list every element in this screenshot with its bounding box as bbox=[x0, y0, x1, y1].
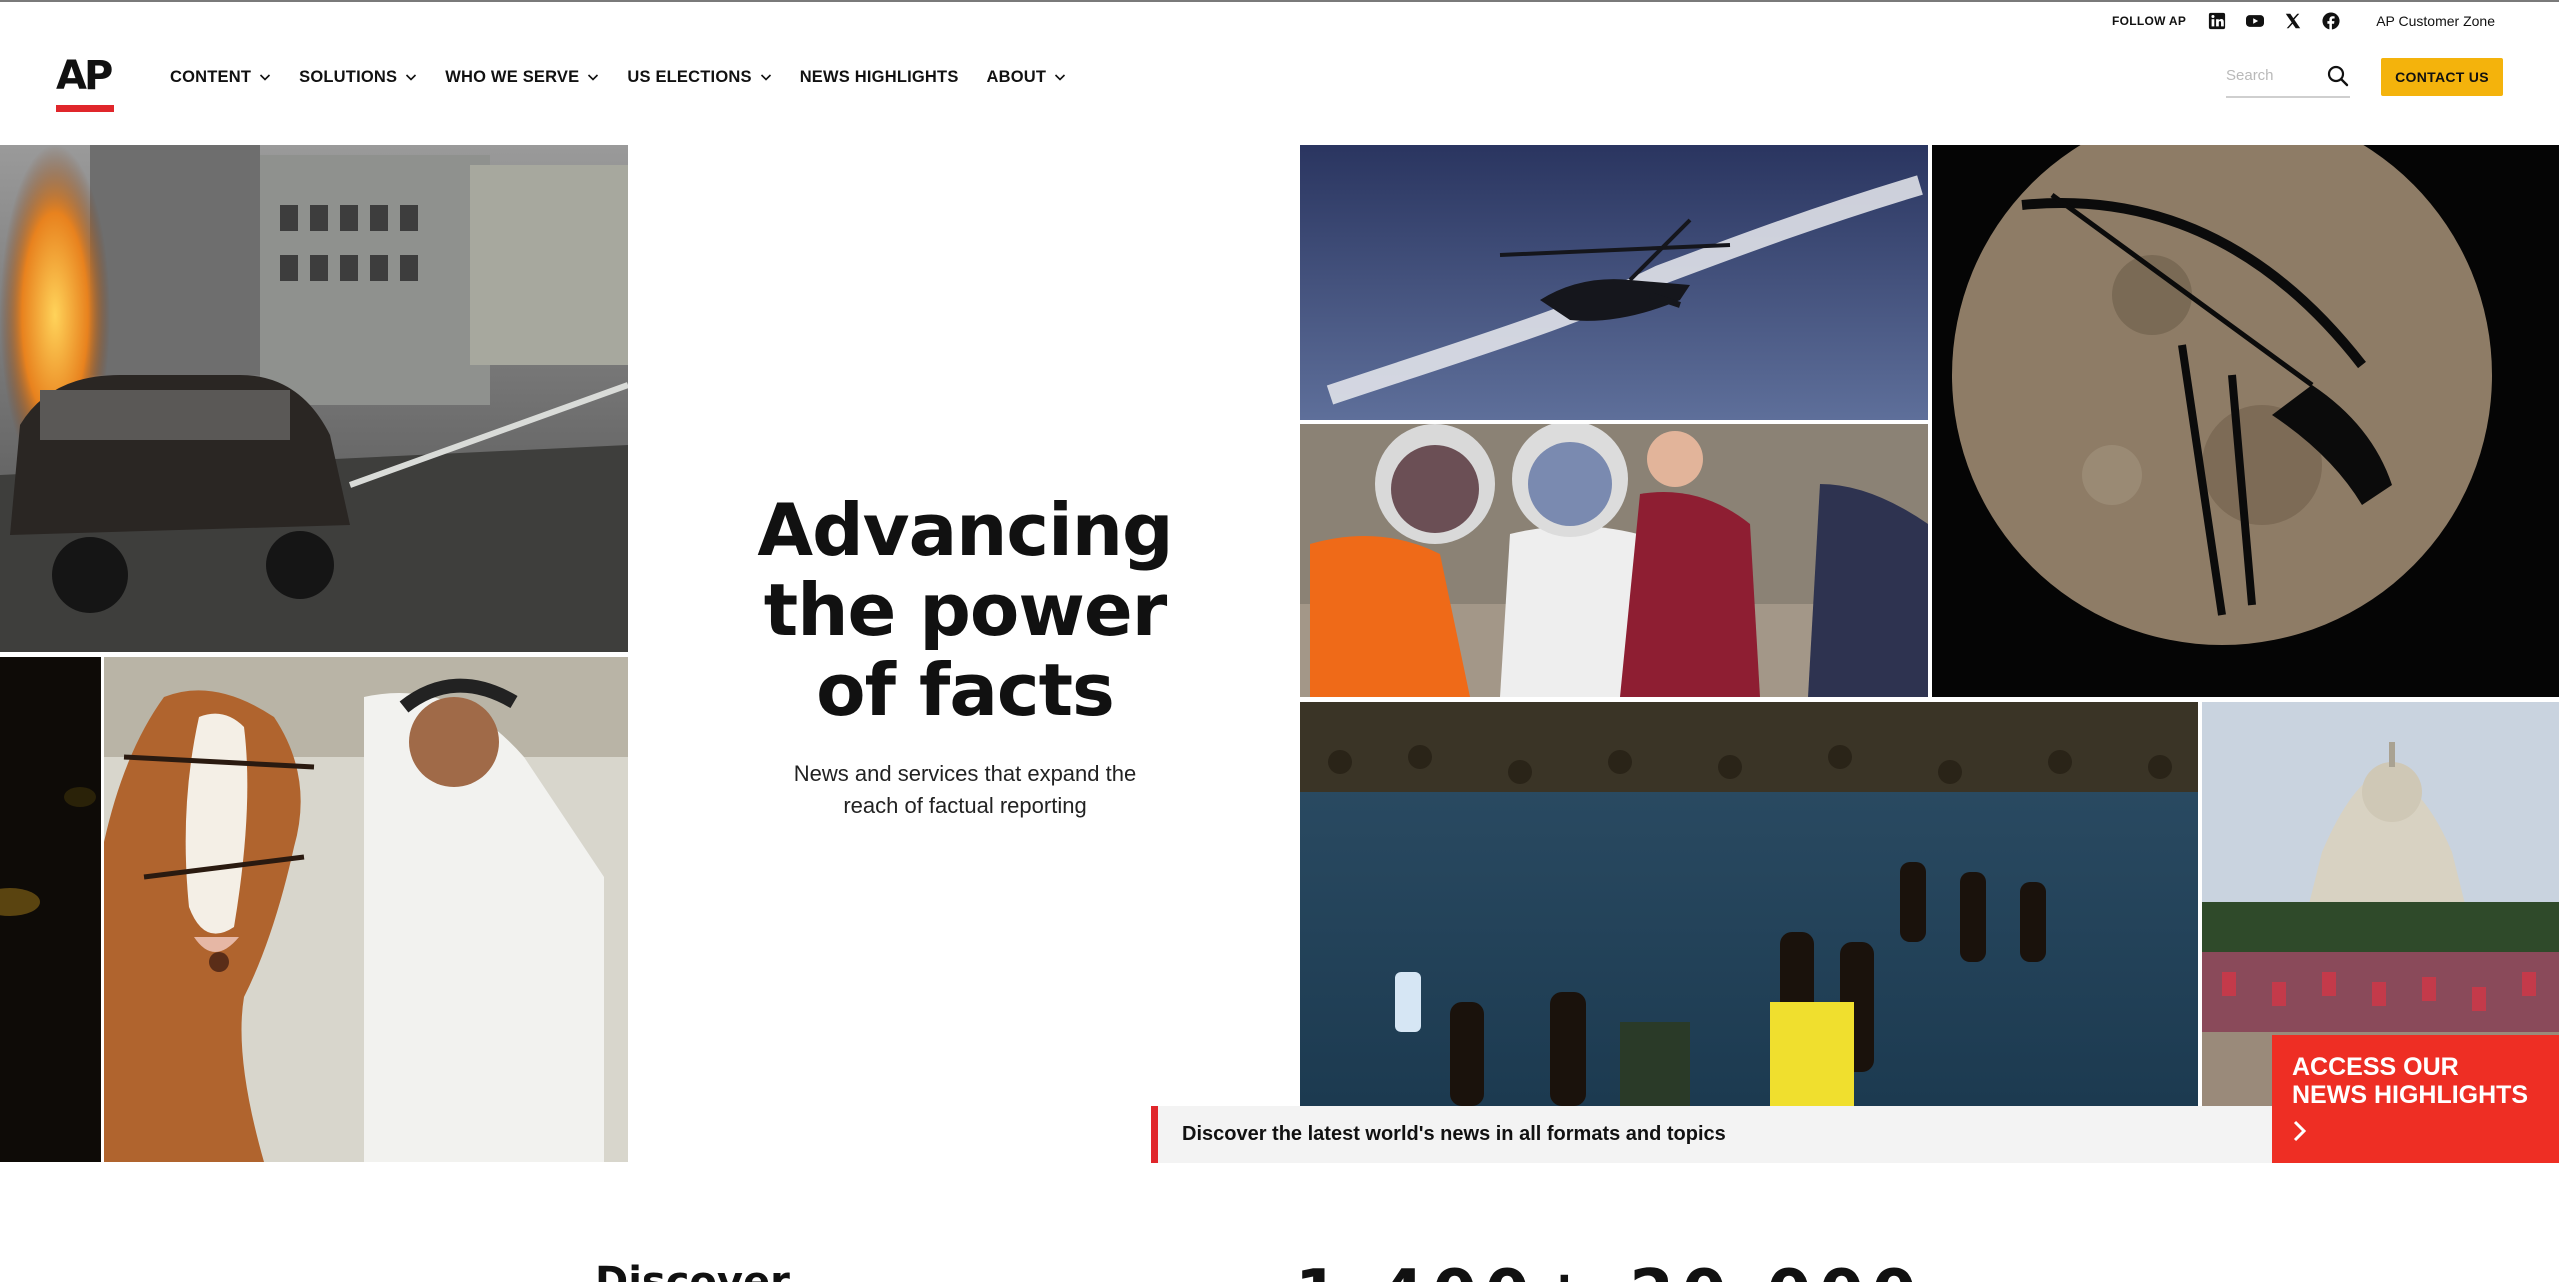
photo-burning-car[interactable] bbox=[0, 145, 628, 652]
logo-red-bar bbox=[56, 105, 114, 112]
hero-subtitle-line2: reach of factual reporting bbox=[843, 793, 1087, 818]
chevron-down-icon bbox=[1055, 74, 1066, 81]
social-links bbox=[2208, 12, 2340, 30]
search-box bbox=[2226, 60, 2350, 98]
chevron-down-icon bbox=[588, 74, 599, 81]
stats-heading: 1,400+ 20,000 bbox=[1295, 1262, 1935, 1282]
linkedin-icon[interactable] bbox=[2208, 12, 2226, 30]
top-border bbox=[0, 0, 2559, 2]
main-nav: CONTENT SOLUTIONS WHO WE SERVE US ELECTI… bbox=[170, 64, 1066, 90]
hero-title-line3: of facts bbox=[816, 648, 1115, 732]
photo-river-crossing[interactable] bbox=[1300, 702, 2198, 1106]
nav-content[interactable]: CONTENT bbox=[170, 68, 271, 87]
photo-night-scene[interactable] bbox=[0, 657, 101, 1162]
discover-news-text: Discover the latest world's news in all … bbox=[1182, 1123, 1726, 1145]
nav-us-elections[interactable]: US ELECTIONS bbox=[627, 68, 771, 87]
chevron-right-icon bbox=[2293, 1120, 2307, 1142]
nav-content-label: CONTENT bbox=[170, 67, 252, 86]
nav-who-we-serve[interactable]: WHO WE SERVE bbox=[445, 68, 599, 87]
hero-subtitle: News and services that expand the reach … bbox=[760, 758, 1170, 822]
logo-text: AP bbox=[56, 53, 113, 99]
utility-bar: FOLLOW AP AP Customer Zone bbox=[2112, 8, 2495, 34]
hero-title: Advancing the power of facts bbox=[690, 490, 1240, 730]
customer-zone-link[interactable]: AP Customer Zone bbox=[2376, 13, 2495, 29]
contact-us-button[interactable]: CONTACT US bbox=[2381, 58, 2503, 96]
nav-about[interactable]: ABOUT bbox=[987, 68, 1067, 87]
nav-news-highlights-label: NEWS HIGHLIGHTS bbox=[799, 67, 959, 86]
search-icon[interactable] bbox=[2326, 64, 2350, 88]
nav-who-we-serve-label: WHO WE SERVE bbox=[445, 67, 580, 86]
nav-about-label: ABOUT bbox=[986, 67, 1047, 86]
chevron-down-icon bbox=[760, 74, 771, 81]
access-news-highlights-label: ACCESS OUR NEWS HIGHLIGHTS bbox=[2292, 1053, 2529, 1109]
nav-us-elections-label: US ELECTIONS bbox=[627, 67, 752, 86]
search-input[interactable] bbox=[2226, 60, 2316, 90]
access-news-highlights-button[interactable]: ACCESS OUR NEWS HIGHLIGHTS bbox=[2272, 1035, 2559, 1163]
hero-title-line1: Advancing bbox=[757, 488, 1173, 572]
ap-logo[interactable]: AP bbox=[56, 52, 114, 112]
chevron-down-icon bbox=[260, 74, 271, 81]
stats-heading-clip: 1,400+ 20,000 bbox=[1295, 1262, 1935, 1282]
photo-kids-space-helmets[interactable] bbox=[1300, 424, 1928, 697]
follow-ap-label: FOLLOW AP bbox=[2111, 14, 2187, 28]
chevron-down-icon bbox=[406, 74, 417, 81]
nav-solutions[interactable]: SOLUTIONS bbox=[299, 68, 417, 87]
youtube-icon[interactable] bbox=[2246, 12, 2265, 30]
x-icon[interactable] bbox=[2284, 12, 2302, 30]
hero-title-line2: the power bbox=[763, 568, 1167, 652]
section-heading-solutions: Discover solutions bbox=[595, 1262, 995, 1282]
photo-horse-rider[interactable] bbox=[104, 657, 628, 1162]
nav-solutions-label: SOLUTIONS bbox=[299, 67, 398, 86]
discover-news-banner[interactable]: Discover the latest world's news in all … bbox=[1151, 1106, 2273, 1163]
section-heading-clip: Discover solutions bbox=[595, 1262, 995, 1282]
nav-news-highlights[interactable]: NEWS HIGHLIGHTS bbox=[800, 68, 959, 87]
photo-helicopter[interactable] bbox=[1300, 145, 1928, 420]
facebook-icon[interactable] bbox=[2322, 12, 2340, 30]
photo-moon-archer[interactable] bbox=[1932, 145, 2559, 697]
hero-subtitle-line1: News and services that expand the bbox=[793, 761, 1137, 786]
